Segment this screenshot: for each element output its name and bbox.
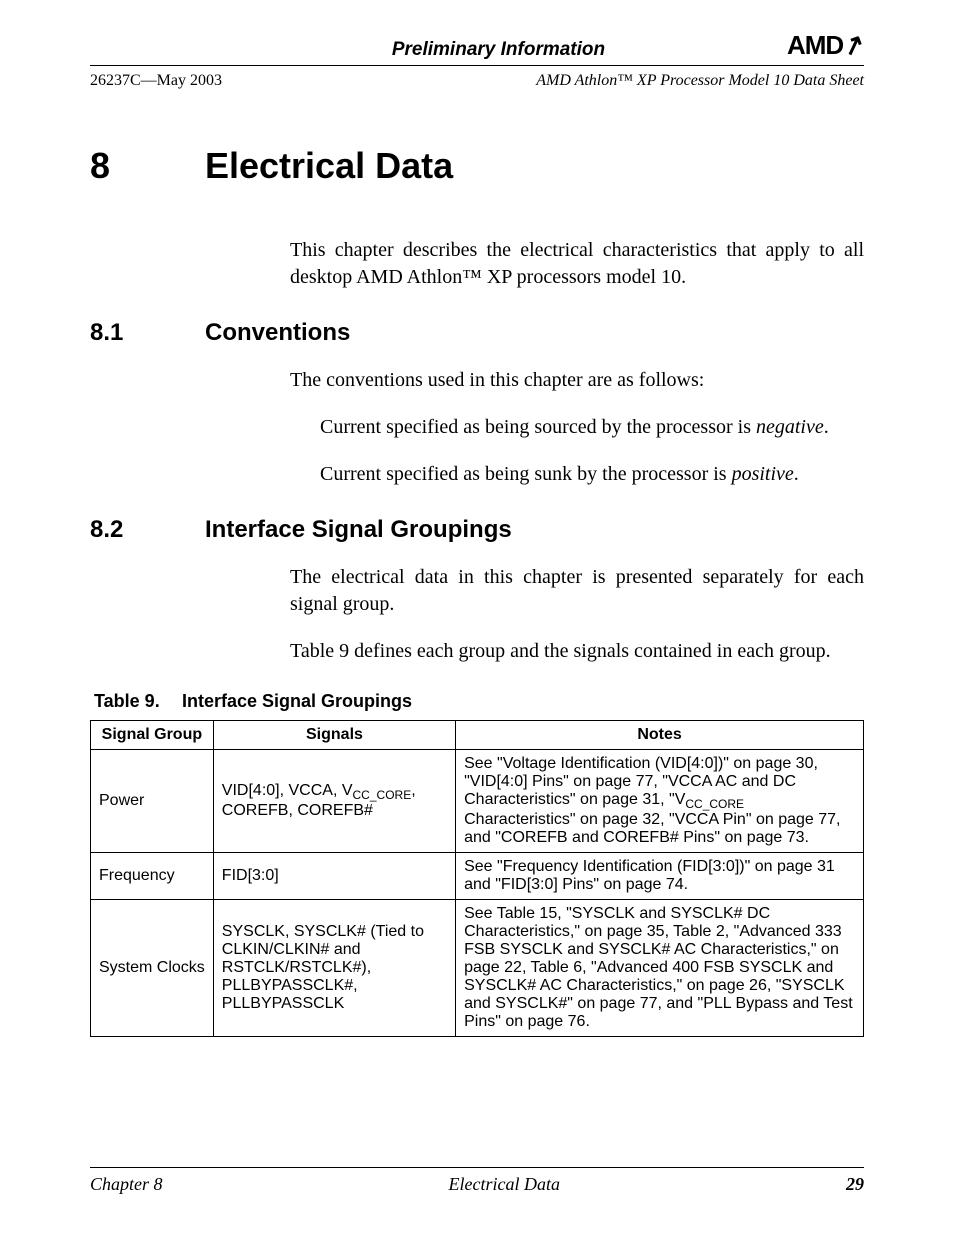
section-number: 8.2 <box>90 516 205 544</box>
chapter-intro: This chapter describes the electrical ch… <box>290 237 864 291</box>
cell-notes: See "Voltage Identification (VID[4:0])" … <box>456 750 864 853</box>
amd-logo: AMD↗ <box>787 30 864 61</box>
cell-notes: See Table 15, "SYSCLK and SYSCLK# DC Cha… <box>456 900 864 1037</box>
chapter-number: 8 <box>90 145 205 187</box>
convention-item-positive: Current specified as being sunk by the p… <box>320 461 864 488</box>
cell-group: Power <box>91 750 214 853</box>
conventions-intro: The conventions used in this chapter are… <box>290 367 864 394</box>
table-header-row: Signal Group Signals Notes <box>91 721 864 750</box>
chapter-title: 8Electrical Data <box>90 145 864 187</box>
cell-group: Frequency <box>91 853 214 900</box>
page-footer: Chapter 8 Electrical Data 29 <box>90 1167 864 1195</box>
sub-header: 26237C—May 2003 AMD Athlon™ XP Processor… <box>90 72 864 90</box>
section-title: Interface Signal Groupings <box>205 516 512 543</box>
page-header: Preliminary Information AMD↗ <box>90 30 864 66</box>
table-label: Table 9. <box>94 691 182 712</box>
col-signal-group: Signal Group <box>91 721 214 750</box>
cell-group: System Clocks <box>91 900 214 1037</box>
preliminary-label: Preliminary Information <box>210 39 787 61</box>
groupings-p2: Table 9 defines each group and the signa… <box>290 638 864 665</box>
table-row: Power VID[4:0], VCCA, VCC_CORE, COREFB, … <box>91 750 864 853</box>
section-number: 8.1 <box>90 319 205 347</box>
section-title: Conventions <box>205 319 350 346</box>
section-conventions: 8.1Conventions <box>90 319 864 347</box>
cell-signals: FID[3:0] <box>213 853 455 900</box>
section-interface-groupings: 8.2Interface Signal Groupings <box>90 516 864 544</box>
groupings-p1: The electrical data in this chapter is p… <box>290 564 864 618</box>
cell-notes: See "Frequency Identification (FID[3:0])… <box>456 853 864 900</box>
convention-item-negative: Current specified as being sourced by th… <box>320 414 864 441</box>
signal-groupings-table: Signal Group Signals Notes Power VID[4:0… <box>90 720 864 1037</box>
footer-title: Electrical Data <box>449 1174 560 1195</box>
col-signals: Signals <box>213 721 455 750</box>
chapter-name: Electrical Data <box>205 145 453 186</box>
cell-signals: VID[4:0], VCCA, VCC_CORE, COREFB, COREFB… <box>213 750 455 853</box>
doc-title: AMD Athlon™ XP Processor Model 10 Data S… <box>536 72 864 90</box>
table-row: System Clocks SYSCLK, SYSCLK# (Tied to C… <box>91 900 864 1037</box>
table-title: Interface Signal Groupings <box>182 691 412 711</box>
table-caption: Table 9.Interface Signal Groupings <box>94 691 864 712</box>
cell-signals: SYSCLK, SYSCLK# (Tied to CLKIN/CLKIN# an… <box>213 900 455 1037</box>
footer-page-number: 29 <box>846 1174 864 1195</box>
col-notes: Notes <box>456 721 864 750</box>
doc-id: 26237C—May 2003 <box>90 72 222 90</box>
table-row: Frequency FID[3:0] See "Frequency Identi… <box>91 853 864 900</box>
footer-chapter: Chapter 8 <box>90 1174 163 1195</box>
